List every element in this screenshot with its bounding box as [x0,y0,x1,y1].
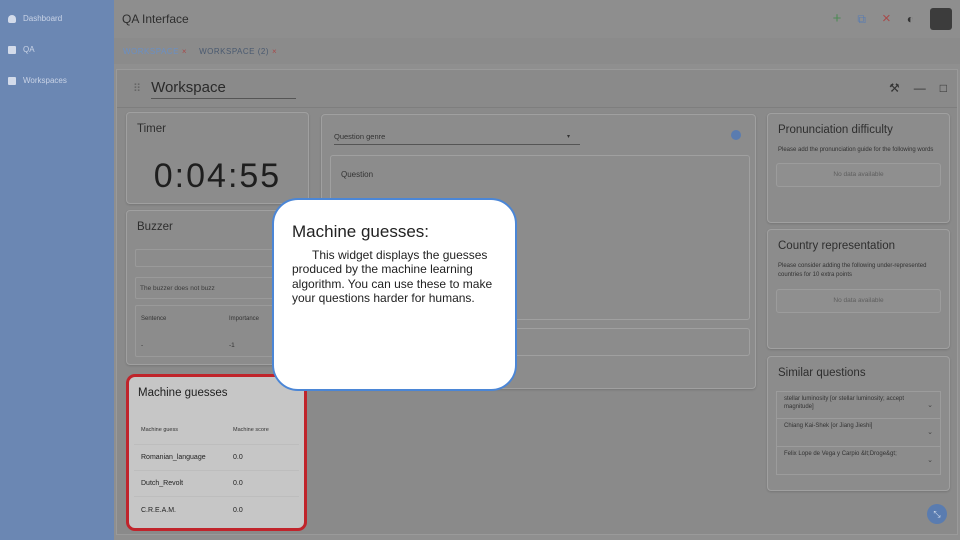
sidebar-item-label: QA [23,45,35,54]
drag-handle-icon[interactable]: ⠿ [133,82,141,95]
workspace-title[interactable]: Workspace [151,79,297,99]
similar-list: stellar luminosity [or stellar luminosit… [768,391,949,475]
table-cell: 0.0 [233,454,243,461]
sidebar: Dashboard QA Workspaces [0,0,114,540]
column-header: Sentence [141,316,167,322]
tab-close-icon[interactable]: × [272,47,277,56]
sidebar-item-label: Dashboard [23,14,63,23]
timer-value: 0:04:55 [153,157,282,195]
country-title: Country representation [778,240,895,252]
table-cell: - [141,342,144,349]
windows-icon[interactable]: ⧉ [857,9,866,29]
add-icon[interactable]: + [833,9,842,29]
maximize-icon[interactable]: □ [940,81,947,95]
sidebar-item-label: Workspaces [23,76,67,85]
question-genre-select[interactable]: Question genre ▾ [334,132,580,145]
table-cell: Dutch_Revolt [141,480,184,487]
question-label: Question [341,170,374,179]
tab-label: WORKSPACE [123,46,179,56]
sidebar-item-qa[interactable]: QA [0,34,114,65]
tab-bar: WORKSPACE × WORKSPACE (2) × [114,38,960,64]
similar-item-text: stellar luminosity [or stellar luminosit… [784,396,905,411]
tab-close-icon[interactable]: × [182,47,187,56]
list-item[interactable]: Chiang Kai-Shek [or Jiang Jieshi] ⌄ [776,419,941,447]
workspace-tools: ⚒ — □ [889,81,947,95]
no-data-box: No data available [776,288,941,313]
tooltip-body: This widget displays the guesses produce… [292,248,493,306]
similar-item-text: Chiang Kai-Shek [or Jiang Jieshi] [784,423,873,429]
person-icon [8,14,16,23]
list-item[interactable]: stellar luminosity [or stellar luminosit… [776,391,941,419]
country-desc: Please consider adding the following und… [778,263,927,279]
close-icon[interactable]: × [882,9,891,29]
column-header: Importance [229,316,260,322]
table-cell: C.R.E.A.M. [141,506,177,514]
expand-button[interactable]: ⤡ [927,504,947,524]
timer-card: Timer 0:04:55 [126,112,309,204]
tutorial-tooltip: Machine guesses: This widget displays th… [272,198,517,391]
header-tools: + ⧉ × ◐ [833,8,952,30]
chevron-down-icon[interactable]: ⌄ [927,456,933,465]
tab-workspace[interactable]: WORKSPACE × [123,47,187,56]
table-cell: Romanian_language [141,454,206,461]
chevron-down-icon[interactable]: ⌄ [927,428,933,437]
column-header: Machine guess [141,426,178,433]
logo-icon [930,8,952,30]
pronunciation-title: Pronunciation difficulty [778,124,893,136]
app-header: QA Interface + ⧉ × ◐ [114,0,960,38]
chevron-down-icon[interactable]: ⌄ [927,401,933,410]
minimize-icon[interactable]: — [914,81,926,95]
no-data-box: No data available [776,163,941,188]
question-genre-label: Question genre [334,132,386,141]
pronunciation-card: Pronunciation difficulty Please add the … [767,113,950,223]
table-row[interactable]: C.R.E.A.M. 0.0 [134,497,299,523]
tab-workspace-2[interactable]: WORKSPACE (2) × [199,47,277,56]
table-cell: -1 [229,342,235,349]
similar-questions-card: Similar questions stellar luminosity [or… [767,356,950,491]
sidebar-item-workspaces[interactable]: Workspaces [0,65,114,96]
table-row[interactable]: Romanian_language 0.0 [134,445,299,471]
table-row[interactable]: Dutch_Revolt 0.0 [134,471,299,497]
app-title: QA Interface [122,12,189,26]
table-cell: 0.0 [233,480,243,487]
workspace-header: ⠿ Workspace ⚒ — □ [117,70,957,108]
table-cell: 0.0 [233,506,243,514]
chevron-down-icon: ▾ [566,134,570,140]
sidebar-item-dashboard[interactable]: Dashboard [0,3,114,34]
machine-guesses-card: Machine guesses Machine guess Machine sc… [126,374,307,531]
similar-title: Similar questions [778,367,866,379]
column-header: Machine score [233,426,269,433]
machine-guesses-table: Machine guess Machine score Romanian_lan… [134,415,299,523]
grid-icon [8,76,16,85]
country-card: Country representation Please consider a… [767,229,950,349]
table-header: Machine guess Machine score [134,415,299,445]
tooltip-title: Machine guesses: [292,222,430,241]
pronunciation-desc: Please add the pronunciation guide for t… [778,147,934,153]
tools-icon[interactable]: ⚒ [889,81,900,95]
brightness-icon[interactable]: ◐ [907,9,914,29]
list-item[interactable]: Felix Lope de Vega y Carpio &lt;Droge&gt… [776,447,941,475]
tab-label: WORKSPACE (2) [199,46,270,56]
document-icon [8,45,16,54]
timer-title: Timer [137,123,166,135]
pie-chart-icon[interactable] [731,130,741,140]
similar-item-text: Felix Lope de Vega y Carpio &lt;Droge&gt… [784,451,897,457]
